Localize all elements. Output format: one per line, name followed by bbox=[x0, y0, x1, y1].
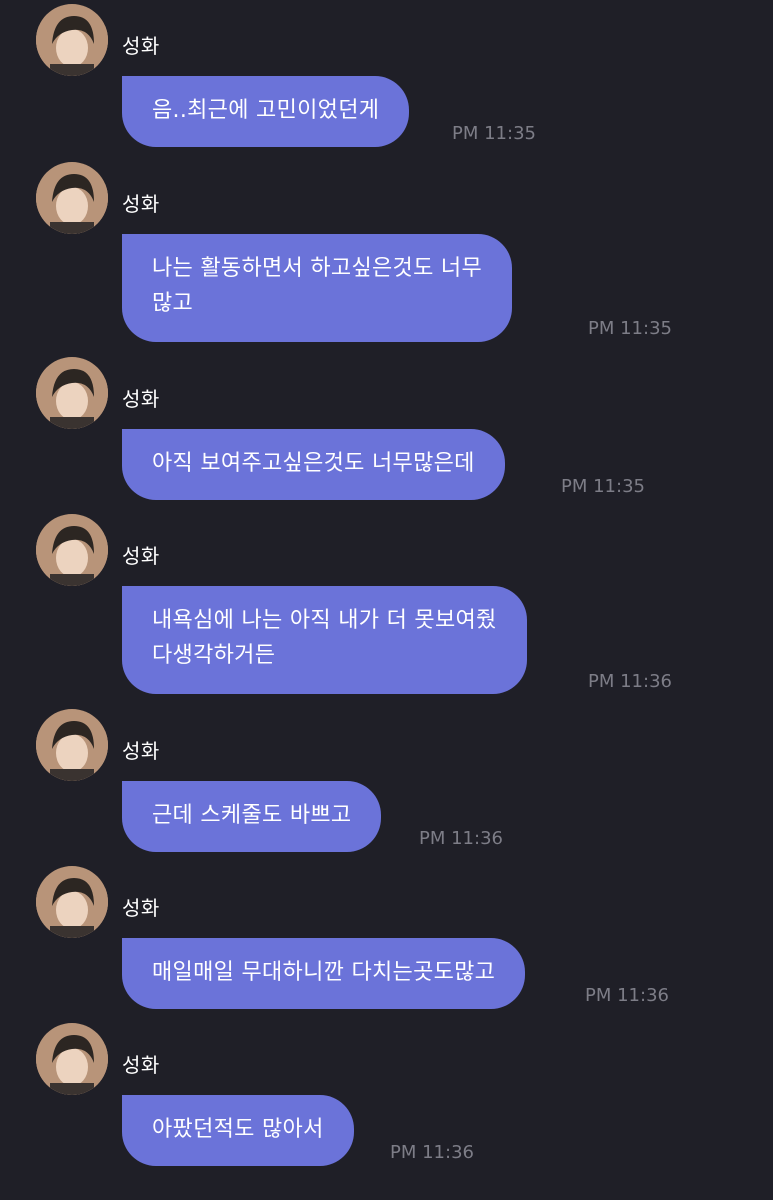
message-bubble[interactable]: 내욕심에 나는 아직 내가 더 못보여줬 다생각하거든 bbox=[122, 586, 527, 694]
avatar[interactable] bbox=[36, 357, 108, 429]
sender-name: 성화 bbox=[122, 192, 160, 216]
message-time: PM 11:35 bbox=[561, 476, 645, 497]
message-time: PM 11:35 bbox=[588, 318, 672, 339]
sender-name: 성화 bbox=[122, 896, 160, 920]
message-time: PM 11:35 bbox=[452, 123, 536, 144]
message-bubble[interactable]: 음..최근에 고민이었던게 bbox=[122, 76, 410, 147]
message-bubble[interactable]: 아팠던적도 많아서 bbox=[122, 1095, 354, 1166]
avatar[interactable] bbox=[36, 162, 108, 234]
message-bubble[interactable]: 매일매일 무대하니깐 다치는곳도많고 bbox=[122, 938, 526, 1009]
message-time: PM 11:36 bbox=[419, 828, 503, 849]
avatar[interactable] bbox=[36, 514, 108, 586]
message-time: PM 11:36 bbox=[588, 671, 672, 692]
message-time: PM 11:36 bbox=[390, 1142, 474, 1163]
message-bubble[interactable]: 근데 스케줄도 바쁘고 bbox=[122, 781, 382, 852]
sender-name: 성화 bbox=[122, 387, 160, 411]
message-bubble[interactable]: 나는 활동하면서 하고싶은것도 너무 많고 bbox=[122, 234, 512, 342]
avatar[interactable] bbox=[36, 1023, 108, 1095]
sender-name: 성화 bbox=[122, 739, 160, 763]
avatar[interactable] bbox=[36, 4, 108, 76]
message-bubble[interactable]: 아직 보여주고싶은것도 너무많은데 bbox=[122, 429, 505, 500]
message-time: PM 11:36 bbox=[585, 985, 669, 1006]
sender-name: 성화 bbox=[122, 34, 160, 58]
chat-conversation: 성화 음..최근에 고민이었던게 PM 11:35 성화 나는 활동하면서 하고… bbox=[0, 0, 773, 1200]
avatar[interactable] bbox=[36, 709, 108, 781]
avatar[interactable] bbox=[36, 866, 108, 938]
sender-name: 성화 bbox=[122, 544, 160, 568]
sender-name: 성화 bbox=[122, 1053, 160, 1077]
